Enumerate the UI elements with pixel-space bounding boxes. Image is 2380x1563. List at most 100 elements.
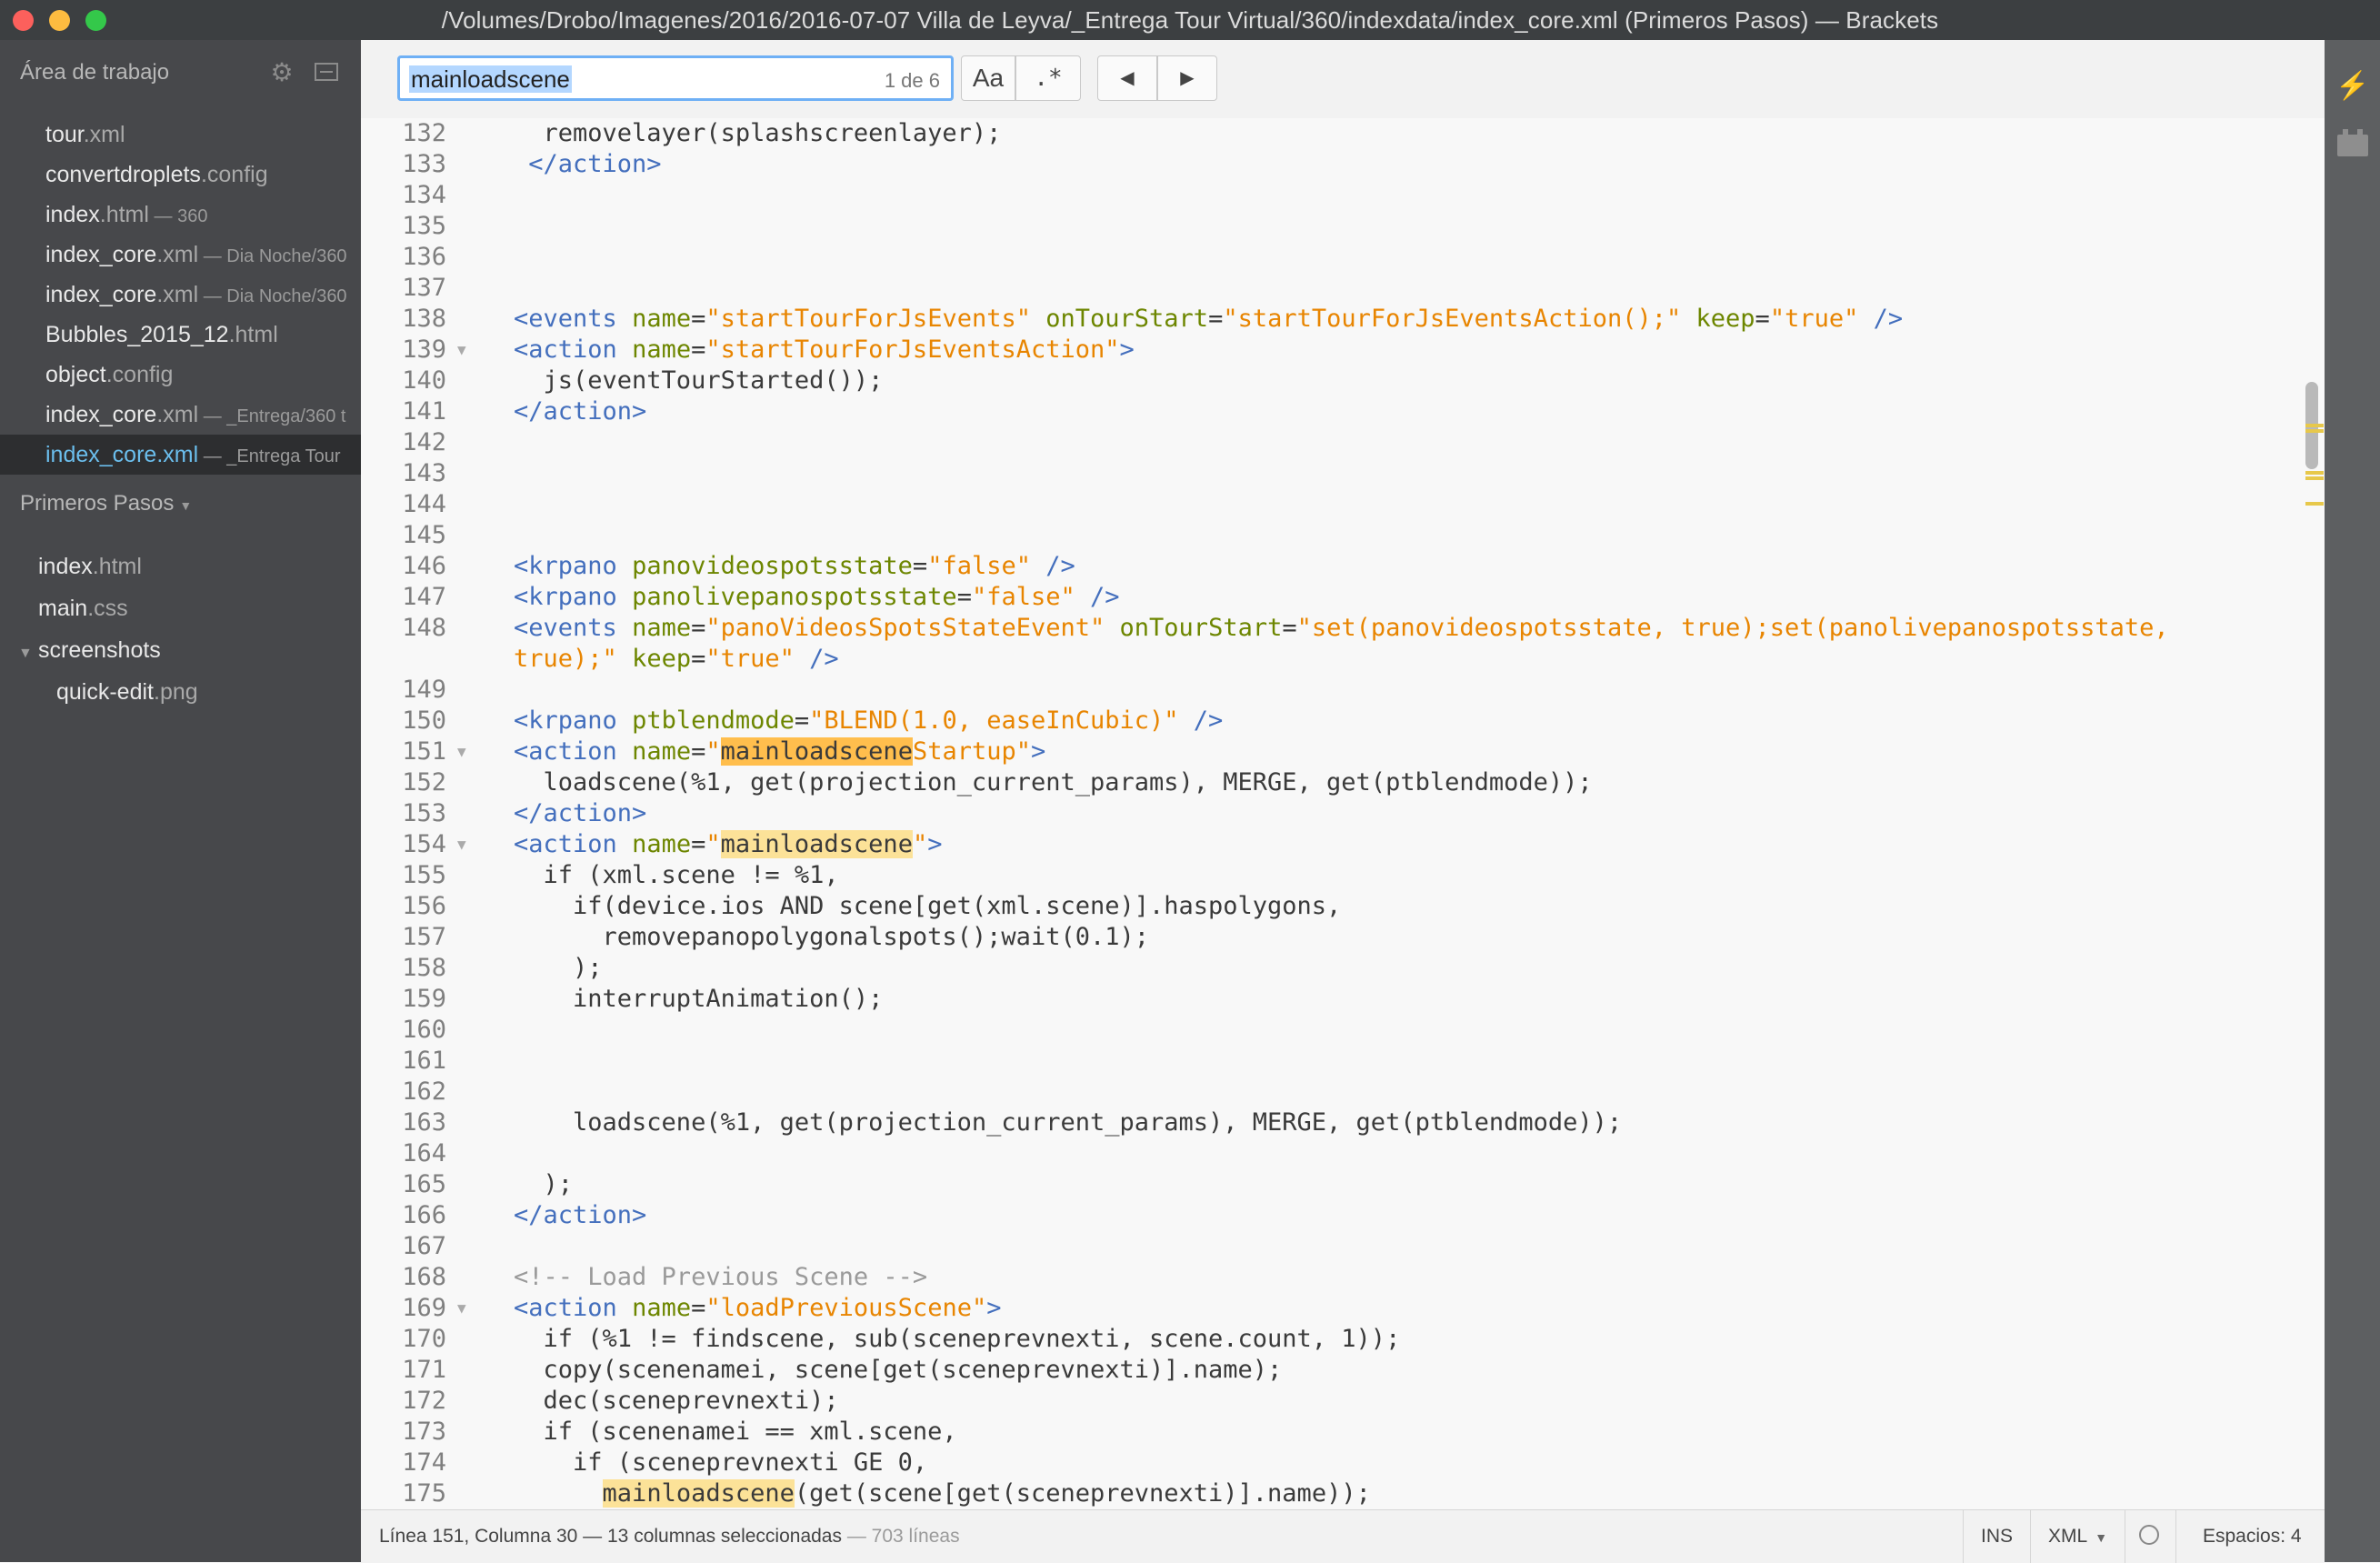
cursor-position: Línea 151, Columna 30 — 13 columnas sele… [379,1526,960,1547]
line-number: 158 [402,954,446,982]
line-number: 135 [402,212,446,240]
project-tree: index.html main.css ▼ screenshots quick-e… [0,546,361,713]
code-line: if (scenenamei == xml.scene, [514,1418,957,1446]
line-number: 175 [402,1479,446,1508]
language-selector[interactable]: XML ▼ [2048,1526,2107,1548]
find-previous-button[interactable]: ◀ [1097,55,1157,101]
line-number: 144 [402,490,446,518]
line-number: 173 [402,1418,446,1446]
line-number: 167 [402,1232,446,1260]
code-line: <action name="mainloadsceneStartup"> [514,737,1046,766]
find-query: mainloadscene [409,65,572,93]
fold-arrow-icon[interactable]: ▼ [457,736,466,767]
line-number: 160 [402,1016,446,1044]
folder-expand-icon[interactable]: ▼ [18,633,38,675]
line-number: 171 [402,1356,446,1384]
find-bar: mainloadscene 1 de 6 Aa .* ◀ ▶ [361,40,2325,119]
code-line: <events name="startTourForJsEvents" onTo… [514,305,1904,333]
line-number: 161 [402,1047,446,1075]
line-number: 151 [402,737,446,766]
code-line: if (xml.scene != %1, [514,861,839,889]
line-number: 168 [402,1263,446,1291]
gear-icon[interactable]: ⚙ [269,60,295,85]
regex-button[interactable]: .* [1015,55,1081,101]
code-line: if (sceneprevnexti GE 0, [514,1448,928,1477]
match-count: 1 de 6 [884,69,940,92]
code-line: dec(sceneprevnexti); [514,1387,839,1415]
code-line: copy(scenenamei, scene[get(sceneprevnext… [514,1356,1283,1384]
chevron-down-icon: ▼ [2095,1530,2108,1545]
working-set-item[interactable]: Bubbles_2015_12.html [0,315,361,355]
project-folder[interactable]: ▼ screenshots [0,629,361,671]
code-editor[interactable]: 132 removelayer(splashscreenlayer); 133 … [361,118,2325,1509]
code-line: <events name="panoVideosSpotsStateEvent"… [514,614,2169,642]
project-file[interactable]: main.css [0,587,361,629]
code-line: <krpano ptblendmode="BLEND(1.0, easeInCu… [514,706,1224,735]
window-title: /Volumes/Drobo/Imagenes/2016/2016-07-07 … [441,6,1939,34]
line-number: 162 [402,1077,446,1106]
code-line: true);" keep="true" /> [514,645,839,673]
line-number: 136 [402,243,446,271]
code-line: if (%1 != findscene, sub(sceneprevnexti,… [514,1325,1401,1353]
line-number: 134 [402,181,446,209]
line-number: 164 [402,1139,446,1167]
find-input[interactable]: mainloadscene 1 de 6 [397,55,954,101]
code-line: interruptAnimation(); [514,985,884,1013]
project-file[interactable]: index.html [0,546,361,587]
working-set-item[interactable]: tour.xml [0,115,361,155]
linter-status-icon[interactable] [2139,1525,2159,1545]
match-marker [2305,476,2324,480]
line-number: 172 [402,1387,446,1415]
working-set-item[interactable]: index_core.xml — Dia Noche/360 [0,235,361,275]
working-set-item[interactable]: index_core.xml — _Entrega/360 t [0,395,361,435]
working-set-item-active[interactable]: index_core.xml — _Entrega Tour [0,435,361,475]
code-line: ); [514,954,603,982]
right-toolbar: ⚡ [2325,40,2380,1562]
status-bar: Línea 151, Columna 30 — 13 columnas sele… [361,1509,2325,1563]
working-set-item[interactable]: index.html — 360 [0,195,361,235]
code-line: </action> [514,1201,647,1229]
find-next-button[interactable]: ▶ [1157,55,1217,101]
code-line: loadscene(%1, get(projection_current_par… [514,1108,1623,1137]
line-number: 132 [402,119,446,147]
code-line: mainloadscene(get(scene[get(sceneprevnex… [602,1479,1371,1508]
working-set-list: tour.xml convertdroplets.config index.ht… [0,115,361,475]
code-line: removelayer(splashscreenlayer); [514,119,1002,147]
working-set-item[interactable]: index_core.xml — Dia Noche/360 [0,275,361,315]
fold-arrow-icon[interactable]: ▼ [457,1293,466,1324]
line-number: 140 [402,366,446,395]
split-view-icon[interactable] [315,63,338,81]
live-preview-icon[interactable]: ⚡ [2335,73,2369,100]
match-marker [2305,502,2324,506]
line-number: 141 [402,397,446,426]
code-line: <action name="mainloadscene"> [514,830,943,858]
line-number: 148 [402,614,446,642]
fold-arrow-icon[interactable]: ▼ [457,335,466,366]
line-number: 145 [402,521,446,549]
case-sensitive-button[interactable]: Aa [961,55,1015,101]
project-file[interactable]: quick-edit.png [0,671,361,713]
line-number: 138 [402,305,446,333]
code-line: loadscene(%1, get(projection_current_par… [514,768,1593,797]
working-set-item[interactable]: object.config [0,355,361,395]
fold-arrow-icon[interactable]: ▼ [457,829,466,860]
line-number: 163 [402,1108,446,1137]
chevron-down-icon: ▼ [179,498,193,513]
line-number: 170 [402,1325,446,1353]
code-line: </action> [514,397,647,426]
code-line: ); [514,1170,574,1198]
project-dropdown[interactable]: Primeros Pasos ▼ [20,491,192,516]
line-number: 146 [402,552,446,580]
code-line: if(device.ios AND scene[get(xml.scene)].… [514,892,1342,920]
indent-settings[interactable]: Espacios: 4 [2203,1526,2302,1548]
code-line: </action> [528,150,662,178]
line-number: 174 [402,1448,446,1477]
extension-manager-icon[interactable] [2337,129,2368,156]
line-number: 157 [402,923,446,951]
line-number: 169 [402,1294,446,1322]
line-number: 150 [402,706,446,735]
line-number: 142 [402,428,446,456]
working-set-item[interactable]: convertdroplets.config [0,155,361,195]
code-line: removepanopolygonalspots();wait(0.1); [514,923,1149,951]
insert-mode-toggle[interactable]: INS [1981,1526,2013,1548]
